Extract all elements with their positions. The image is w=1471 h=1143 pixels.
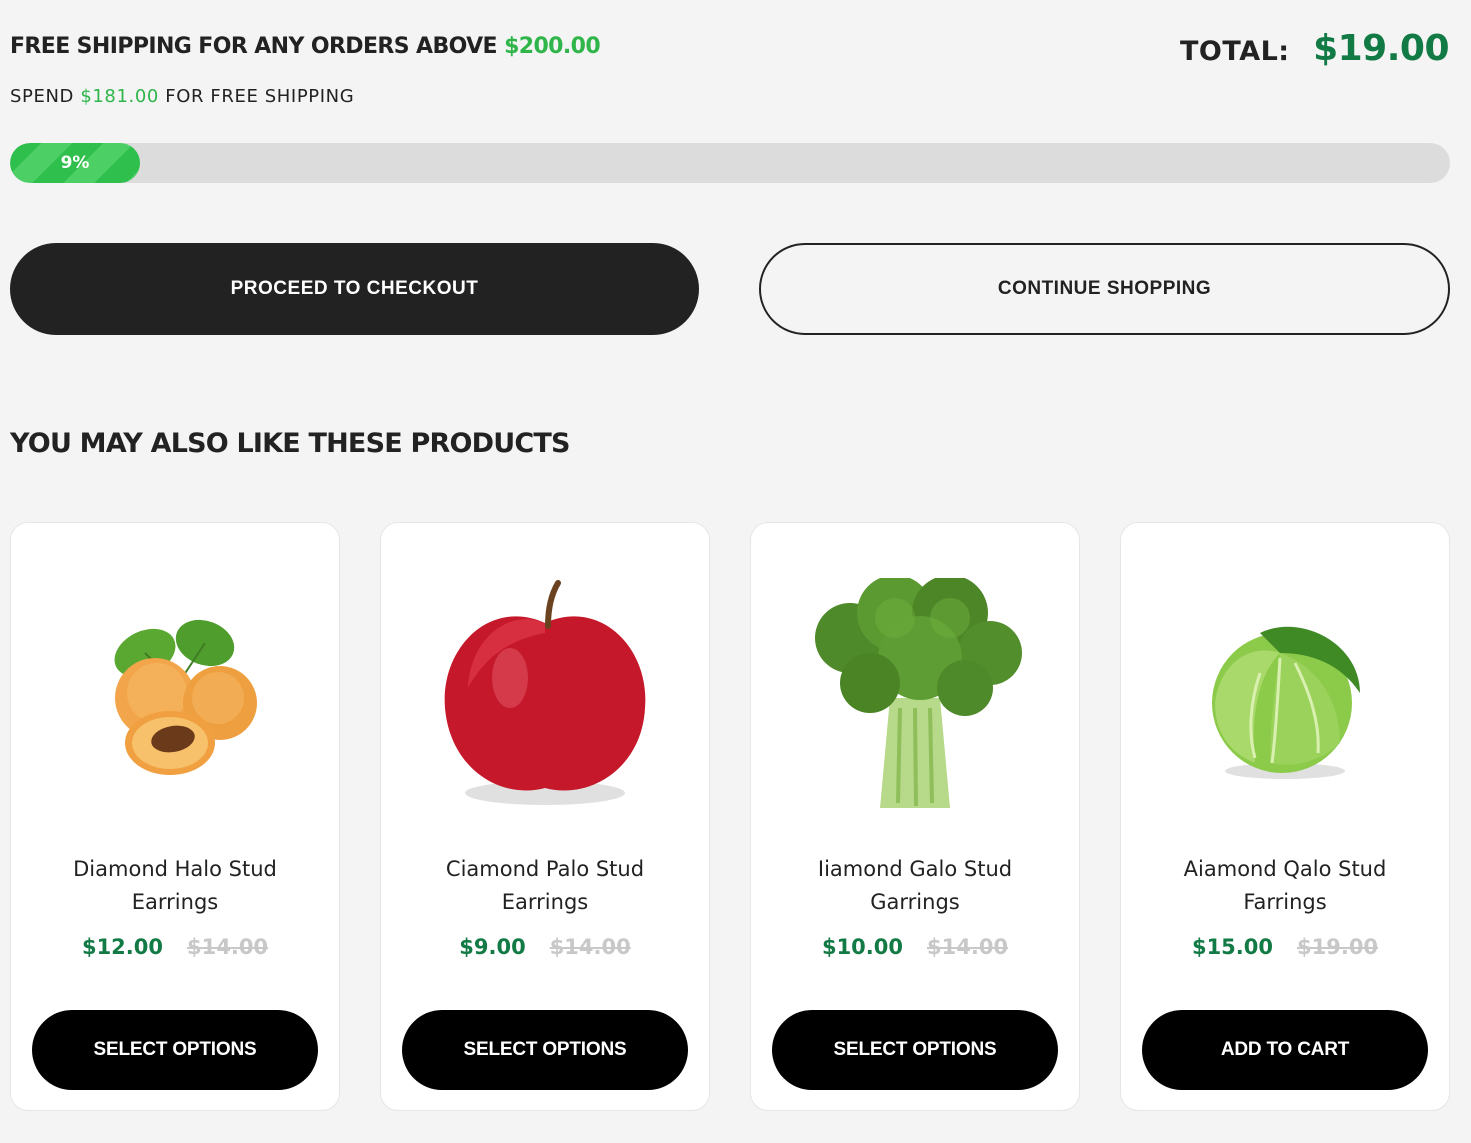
product-price: $10.00 (821, 935, 903, 959)
apricot-image[interactable] (11, 563, 339, 833)
product-name[interactable]: Iiamond Galo Stud Garrings (771, 853, 1059, 919)
product-price: $12.00 (81, 935, 163, 959)
total-label: TOTAL: (1180, 36, 1290, 67)
product-prices: $9.00 $14.00 (381, 935, 709, 959)
product-card: Ciamond Palo Stud Earrings $9.00 $14.00 … (380, 522, 710, 1111)
product-name[interactable]: Aiamond Qalo Stud Farrings (1141, 853, 1429, 919)
product-card: Diamond Halo Stud Earrings $12.00 $14.00… (10, 522, 340, 1111)
apple-image[interactable] (381, 563, 709, 833)
shipping-progress-fill: 9% (10, 143, 140, 183)
broccoli-image[interactable] (751, 563, 1079, 833)
select-options-button[interactable]: SELECT OPTIONS (402, 1010, 688, 1090)
related-products-title: YOU MAY ALSO LIKE THESE PRODUCTS (10, 428, 570, 459)
free-shipping-threshold: $200.00 (504, 34, 601, 59)
select-options-button[interactable]: SELECT OPTIONS (772, 1010, 1058, 1090)
spend-suffix: FOR FREE SHIPPING (165, 86, 355, 107)
product-old-price: $14.00 (549, 935, 631, 959)
total-value: $19.00 (1313, 28, 1449, 69)
spend-message: SPEND $181.00 FOR FREE SHIPPING (10, 86, 354, 107)
product-name[interactable]: Diamond Halo Stud Earrings (31, 853, 319, 919)
free-shipping-heading: FREE SHIPPING FOR ANY ORDERS ABOVE $200.… (10, 34, 601, 59)
product-card: Aiamond Qalo Stud Farrings $15.00 $19.00… (1120, 522, 1450, 1111)
product-prices: $15.00 $19.00 (1121, 935, 1449, 959)
product-old-price: $19.00 (1297, 935, 1379, 959)
cabbage-image[interactable] (1121, 563, 1449, 833)
continue-shopping-button[interactable]: CONTINUE SHOPPING (759, 243, 1450, 335)
product-price: $9.00 (459, 935, 526, 959)
spend-prefix: SPEND (10, 86, 74, 107)
free-shipping-text: FREE SHIPPING FOR ANY ORDERS ABOVE (10, 34, 498, 59)
select-options-button[interactable]: SELECT OPTIONS (32, 1010, 318, 1090)
product-name[interactable]: Ciamond Palo Stud Earrings (401, 853, 689, 919)
shipping-progress-bar: 9% (10, 143, 1450, 183)
product-card: Iiamond Galo Stud Garrings $10.00 $14.00… (750, 522, 1080, 1111)
spend-amount: $181.00 (80, 86, 159, 107)
product-price: $15.00 (1191, 935, 1273, 959)
product-prices: $12.00 $14.00 (11, 935, 339, 959)
proceed-to-checkout-button[interactable]: PROCEED TO CHECKOUT (10, 243, 699, 335)
add-to-cart-button[interactable]: ADD TO CART (1142, 1010, 1428, 1090)
product-old-price: $14.00 (927, 935, 1009, 959)
product-old-price: $14.00 (187, 935, 269, 959)
shipping-progress-label: 9% (60, 153, 90, 173)
product-prices: $10.00 $14.00 (751, 935, 1079, 959)
